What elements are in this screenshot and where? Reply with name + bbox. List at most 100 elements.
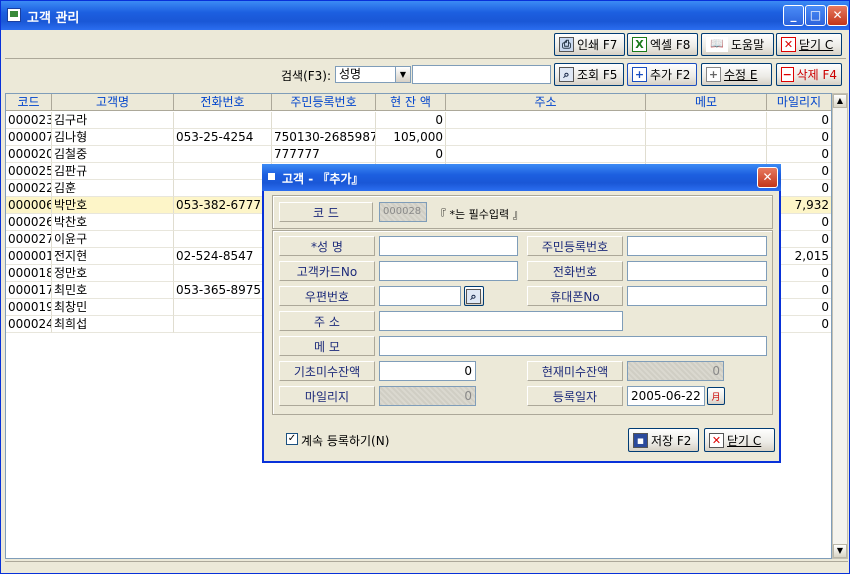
column-header[interactable]: 현 잔 액	[376, 94, 446, 111]
column-header[interactable]: 주소	[446, 94, 646, 111]
search-field-select[interactable]: 성명 ▼	[335, 66, 411, 83]
zip-label: 우편번호	[279, 286, 375, 306]
edit-button[interactable]: + 수정 E	[701, 63, 772, 86]
vertical-scrollbar[interactable]: ▲ ▼	[832, 93, 848, 559]
table-cell	[646, 146, 767, 163]
table-cell: 000024	[6, 316, 52, 333]
save-label: 저장 F2	[651, 433, 692, 448]
mobile-field[interactable]	[627, 286, 767, 306]
delete-button[interactable]: − 삭제 F4	[776, 63, 842, 86]
table-cell: 000001	[6, 248, 52, 265]
maximize-button[interactable]: □	[805, 5, 826, 26]
close-window-button[interactable]: ✕	[827, 5, 848, 26]
search-field-value: 성명	[339, 67, 362, 81]
table-cell	[646, 112, 767, 129]
close-icon: ✕	[709, 432, 724, 448]
table-cell: 000019	[6, 299, 52, 316]
table-cell	[174, 299, 272, 316]
table-cell: 김구라	[52, 112, 174, 129]
card-label: 고객카드No	[279, 261, 375, 281]
query-label: 조회 F5	[577, 68, 618, 82]
column-header[interactable]: 마일리지	[767, 94, 831, 111]
scroll-up-icon[interactable]: ▲	[833, 94, 847, 108]
calendar-icon[interactable]: 月	[707, 387, 725, 405]
column-header[interactable]: 고객명	[52, 94, 174, 111]
close-button[interactable]: ✕ 닫기 C	[776, 33, 842, 56]
mileage-field: 0	[379, 386, 476, 406]
table-row[interactable]: 000007 김나형 053-25-4254 750130-2685987 105,00…	[6, 129, 831, 146]
address-label: 주 소	[279, 311, 375, 331]
table-cell: 053-25-4254	[174, 129, 272, 146]
dialog-close-action-button[interactable]: ✕ 닫기 C	[704, 428, 775, 452]
reg-date-field[interactable]: 2005-06-22	[627, 386, 705, 406]
table-cell: 박찬호	[52, 214, 174, 231]
table-cell: 000023	[6, 112, 52, 129]
table-row[interactable]: 000020 김철중 777777 0 0	[6, 146, 831, 163]
continue-checkbox[interactable]: ✓	[286, 433, 298, 445]
add-button[interactable]: + 추가 F2	[627, 63, 697, 86]
table-cell	[174, 112, 272, 129]
table-cell	[174, 146, 272, 163]
dialog-close-button[interactable]: ✕	[757, 167, 778, 188]
code-label: 코 드	[279, 202, 373, 222]
zip-search-button[interactable]: ⌕	[464, 286, 484, 306]
memo-field[interactable]	[379, 336, 767, 356]
table-cell: 000020	[6, 146, 52, 163]
status-strip	[5, 561, 848, 571]
table-cell: 0	[767, 146, 831, 163]
table-cell: 0	[376, 112, 446, 129]
reg-date-label: 등록일자	[527, 386, 623, 406]
table-cell	[174, 231, 272, 248]
table-cell	[174, 214, 272, 231]
initial-balance-label: 기초미수잔액	[279, 361, 375, 381]
edit-label: 수정 E	[724, 68, 758, 82]
search-label: 검색(F3):	[281, 69, 332, 83]
table-cell: 김훈	[52, 180, 174, 197]
query-button[interactable]: ⌕ 조회 F5	[554, 63, 624, 86]
memo-label: 메 모	[279, 336, 375, 356]
minimize-button[interactable]: _	[783, 5, 804, 26]
code-field: 000028	[379, 202, 427, 222]
current-balance-field: 0	[627, 361, 724, 381]
mobile-label: 휴대폰No	[527, 286, 623, 306]
window-title: 고객 관리	[27, 11, 80, 26]
table-cell: 000006	[6, 197, 52, 214]
ssn-field[interactable]	[627, 236, 767, 256]
initial-balance-field[interactable]: 0	[379, 361, 476, 381]
table-row[interactable]: 000023 김구라 0 0	[6, 112, 831, 129]
zip-field[interactable]	[379, 286, 461, 306]
continue-label: 계속 등록하기(N)	[301, 434, 390, 448]
table-cell: 000027	[6, 231, 52, 248]
search-icon: ⌕	[466, 288, 481, 304]
scroll-down-icon[interactable]: ▼	[833, 544, 847, 558]
app-icon	[7, 8, 21, 22]
ssn-label: 주민등록번호	[527, 236, 623, 256]
chevron-down-icon: ▼	[395, 67, 410, 82]
table-cell: 000017	[6, 282, 52, 299]
title-bar: 고객 관리 _ □ ✕	[1, 1, 849, 30]
column-header[interactable]: 코드	[6, 94, 52, 111]
table-cell: 000007	[6, 129, 52, 146]
excel-button[interactable]: X 엑셀 F8	[627, 33, 698, 56]
customer-management-window: 고객 관리 _ □ ✕ ⎙ 인쇄 F7 X 엑셀 F8 📖 도움말 ✕ 닫기 C…	[0, 0, 850, 574]
phone-label: 전화번호	[527, 261, 623, 281]
table-cell: 정만호	[52, 265, 174, 282]
print-button[interactable]: ⎙ 인쇄 F7	[554, 33, 625, 56]
card-field[interactable]	[379, 261, 518, 281]
current-balance-label: 현재미수잔액	[527, 361, 623, 381]
address-field[interactable]	[379, 311, 623, 331]
search-toolbar: 검색(F3): 성명 ▼ ⌕ 조회 F5 + 추가 F2 + 수정 E − 삭제…	[5, 61, 846, 89]
column-header[interactable]: 주민등록번호	[272, 94, 376, 111]
name-field[interactable]	[379, 236, 518, 256]
column-header[interactable]: 메모	[646, 94, 767, 111]
table-cell	[446, 112, 646, 129]
save-button[interactable]: ▪ 저장 F2	[628, 428, 699, 452]
add-label: 추가 F2	[650, 68, 691, 82]
column-header[interactable]: 전화번호	[174, 94, 272, 111]
search-input[interactable]	[412, 65, 551, 84]
table-cell: 0	[767, 112, 831, 129]
phone-field[interactable]	[627, 261, 767, 281]
help-button[interactable]: 📖 도움말	[701, 33, 774, 56]
table-cell: 053-365-8975	[174, 282, 272, 299]
table-cell: 000022	[6, 180, 52, 197]
